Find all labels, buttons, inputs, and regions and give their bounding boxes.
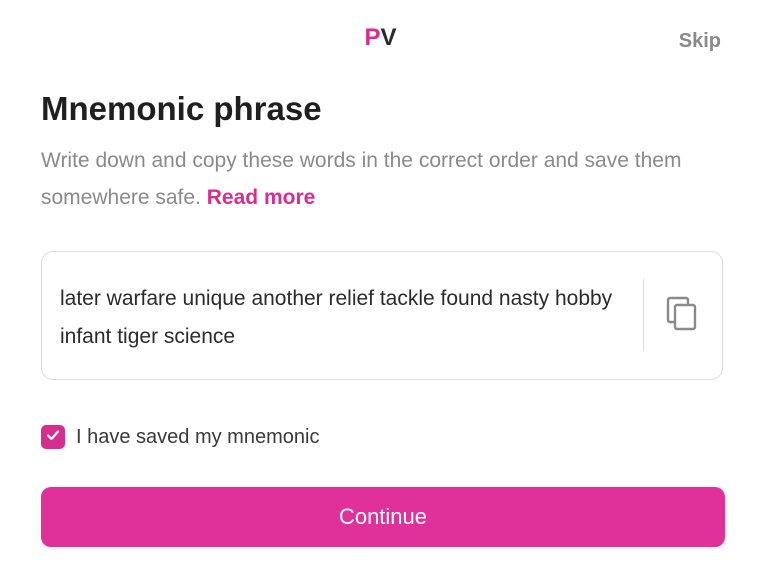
mnemonic-phrase-text: later warfare unique another relief tack… xyxy=(60,287,613,348)
saved-mnemonic-label[interactable]: I have saved my mnemonic xyxy=(76,425,319,449)
checkmark-icon xyxy=(45,427,61,448)
logo-letter-p: P xyxy=(364,24,381,51)
skip-button[interactable]: Skip xyxy=(679,29,721,53)
phrase-divider xyxy=(643,279,644,351)
continue-button[interactable]: Continue xyxy=(41,487,725,547)
read-more-link[interactable]: Read more xyxy=(207,186,316,209)
saved-mnemonic-checkbox[interactable] xyxy=(41,425,65,449)
page-title: Mnemonic phrase xyxy=(41,90,322,127)
logo-letter-v: V xyxy=(380,24,397,51)
page-description: Write down and copy these words in the c… xyxy=(41,142,731,216)
mnemonic-screen: PV Skip Mnemonic phrase Write down and c… xyxy=(0,0,761,584)
copy-icon xyxy=(666,296,698,337)
description-text: Write down and copy these words in the c… xyxy=(41,149,682,209)
mnemonic-phrase-box: later warfare unique another relief tack… xyxy=(41,251,723,380)
saved-confirmation-row: I have saved my mnemonic xyxy=(41,424,319,450)
app-logo: PV xyxy=(0,24,761,52)
copy-button[interactable] xyxy=(662,296,702,336)
